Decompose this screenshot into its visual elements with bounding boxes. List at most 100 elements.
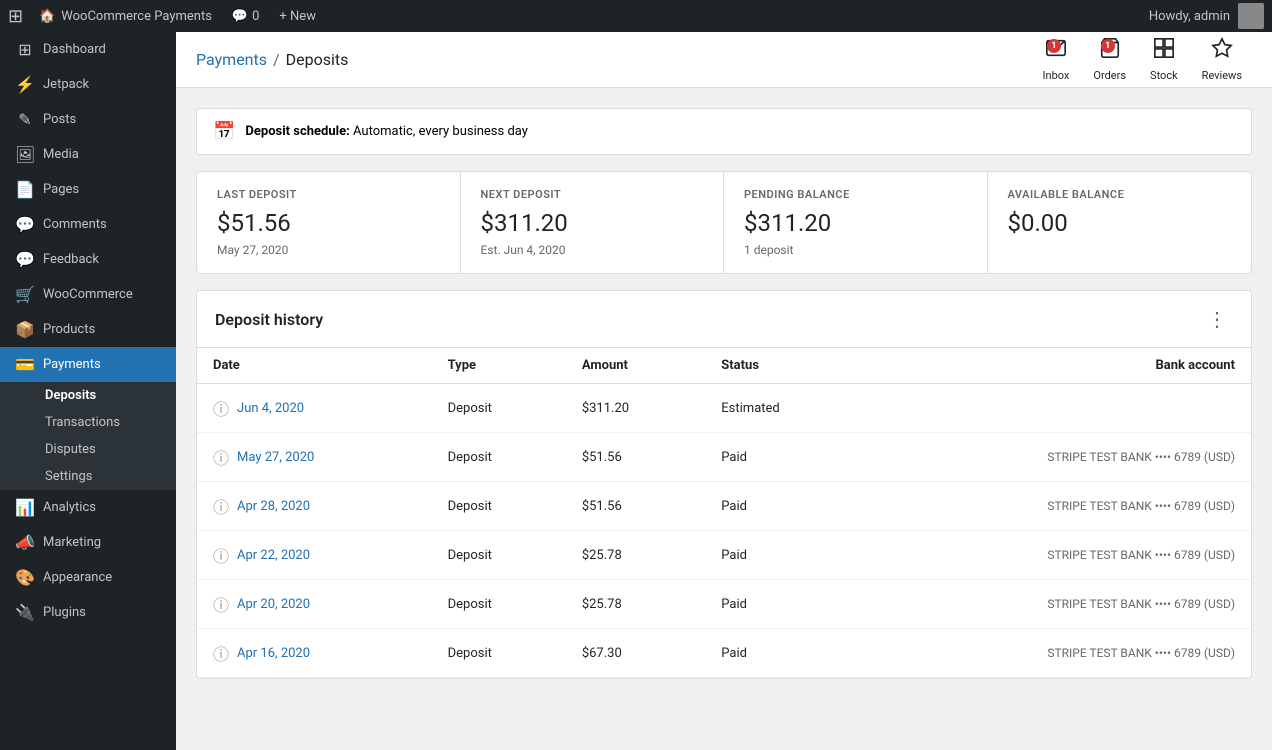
cell-amount: $51.56	[566, 433, 705, 482]
sidebar-item-comments[interactable]: 💬 Comments	[0, 207, 176, 242]
cell-amount: $25.78	[566, 580, 705, 629]
admin-bar-new[interactable]: + New	[269, 9, 326, 24]
sidebar: ⊞ Dashboard ⚡ Jetpack ✎ Posts 🖼 Media 📄 …	[0, 32, 176, 750]
cell-date: ⓘ May 27, 2020	[197, 433, 432, 482]
sidebar-submenu-settings[interactable]: Settings	[0, 463, 176, 490]
payments-submenu: Deposits Transactions Disputes Settings	[0, 382, 176, 490]
stat-next-deposit: NEXT DEPOSIT $311.20 Est. Jun 4, 2020	[461, 172, 725, 273]
cell-bank: STRIPE TEST BANK •••• 6789 (USD)	[864, 482, 1251, 531]
sidebar-label-marketing: Marketing	[43, 535, 101, 550]
products-icon: 📦	[15, 320, 35, 339]
sidebar-submenu-deposits[interactable]: Deposits	[0, 382, 176, 409]
cell-type: Deposit	[432, 580, 566, 629]
stat-last-deposit: LAST DEPOSIT $51.56 May 27, 2020	[197, 172, 461, 273]
stat-pending-balance-value: $311.20	[744, 209, 967, 237]
info-icon[interactable]: ⓘ	[213, 592, 229, 616]
payments-icon: 💳	[15, 355, 35, 374]
sidebar-item-feedback[interactable]: 💬 Feedback	[0, 242, 176, 277]
comments-count: 0	[252, 9, 259, 24]
woocommerce-icon: 🛒	[15, 285, 35, 304]
stat-next-deposit-label: NEXT DEPOSIT	[481, 188, 704, 201]
sidebar-item-jetpack[interactable]: ⚡ Jetpack	[0, 67, 176, 102]
breadcrumb-payments-link[interactable]: Payments	[196, 50, 267, 69]
cell-type: Deposit	[432, 531, 566, 580]
cell-bank: STRIPE TEST BANK •••• 6789 (USD)	[864, 580, 1251, 629]
sidebar-item-pages[interactable]: 📄 Pages	[0, 172, 176, 207]
stock-label: Stock	[1150, 69, 1178, 82]
comments-icon: 💬	[15, 215, 35, 234]
date-link[interactable]: Apr 28, 2020	[237, 499, 310, 514]
date-link[interactable]: Jun 4, 2020	[237, 401, 304, 416]
stat-pending-balance-sub: 1 deposit	[744, 243, 967, 257]
admin-bar-comments[interactable]: 💬 0	[222, 9, 270, 24]
info-icon[interactable]: ⓘ	[213, 641, 229, 665]
sidebar-label-comments: Comments	[43, 217, 107, 232]
inbox-button[interactable]: 1 Inbox	[1033, 32, 1080, 88]
site-name: WooCommerce Payments	[61, 9, 212, 24]
date-link[interactable]: May 27, 2020	[237, 450, 314, 465]
date-link[interactable]: Apr 20, 2020	[237, 597, 310, 612]
main-layout: ⊞ Dashboard ⚡ Jetpack ✎ Posts 🖼 Media 📄 …	[0, 32, 1272, 750]
sidebar-label-woocommerce: WooCommerce	[43, 287, 133, 302]
sidebar-item-dashboard[interactable]: ⊞ Dashboard	[0, 32, 176, 67]
new-label: + New	[279, 9, 316, 24]
info-icon[interactable]: ⓘ	[213, 445, 229, 469]
info-icon[interactable]: ⓘ	[213, 543, 229, 567]
cell-date: ⓘ Apr 16, 2020	[197, 629, 432, 678]
deposit-history: Deposit history ⋮ Date Type Amount Statu…	[196, 290, 1252, 679]
sidebar-submenu-disputes[interactable]: Disputes	[0, 436, 176, 463]
cell-bank	[864, 384, 1251, 433]
orders-button[interactable]: 1 Orders	[1083, 32, 1136, 88]
date-link[interactable]: Apr 16, 2020	[237, 646, 310, 661]
sidebar-item-payments[interactable]: 💳 Payments	[0, 347, 176, 382]
cell-bank: STRIPE TEST BANK •••• 6789 (USD)	[864, 433, 1251, 482]
reviews-button[interactable]: Reviews	[1192, 32, 1252, 88]
orders-badge: 1	[1101, 39, 1115, 53]
more-options-button[interactable]: ⋮	[1201, 305, 1233, 333]
stat-available-balance-value: $0.00	[1008, 209, 1232, 237]
cell-date: ⓘ Apr 22, 2020	[197, 531, 432, 580]
admin-bar-site[interactable]: 🏠 WooCommerce Payments	[29, 9, 222, 24]
site-icon: 🏠	[39, 9, 55, 24]
marketing-icon: 📣	[15, 533, 35, 552]
sidebar-item-marketing[interactable]: 📣 Marketing	[0, 525, 176, 560]
table-row: ⓘ Apr 20, 2020 Deposit $25.78 Paid STRIP…	[197, 580, 1251, 629]
feedback-icon: 💬	[15, 250, 35, 269]
cell-status: Paid	[705, 433, 864, 482]
sidebar-item-analytics[interactable]: 📊 Analytics	[0, 490, 176, 525]
admin-bar: ⊞ 🏠 WooCommerce Payments 💬 0 + New Howdy…	[0, 0, 1272, 32]
sidebar-item-posts[interactable]: ✎ Posts	[0, 102, 176, 137]
date-link[interactable]: Apr 22, 2020	[237, 548, 310, 563]
sidebar-label-products: Products	[43, 322, 95, 337]
avatar	[1238, 3, 1264, 29]
stat-next-deposit-value: $311.20	[481, 209, 704, 237]
appearance-icon: 🎨	[15, 568, 35, 587]
sidebar-item-plugins[interactable]: 🔌 Plugins	[0, 595, 176, 630]
deposit-history-header: Deposit history ⋮	[197, 291, 1251, 348]
sidebar-label-media: Media	[43, 147, 79, 162]
pages-icon: 📄	[15, 180, 35, 199]
breadcrumb-current: Deposits	[286, 50, 349, 69]
content-area: Payments / Deposits 1 Inbox 1	[176, 32, 1272, 750]
inbox-badge: 1	[1047, 39, 1061, 53]
table-row: ⓘ Apr 16, 2020 Deposit $67.30 Paid STRIP…	[197, 629, 1251, 678]
sidebar-item-products[interactable]: 📦 Products	[0, 312, 176, 347]
deposit-history-title: Deposit history	[215, 310, 323, 329]
cell-amount: $51.56	[566, 482, 705, 531]
stat-last-deposit-value: $51.56	[217, 209, 440, 237]
info-icon[interactable]: ⓘ	[213, 396, 229, 420]
sidebar-item-media[interactable]: 🖼 Media	[0, 137, 176, 172]
reviews-label: Reviews	[1202, 69, 1242, 82]
breadcrumb-separator: /	[273, 50, 280, 69]
sidebar-item-appearance[interactable]: 🎨 Appearance	[0, 560, 176, 595]
table-body: ⓘ Jun 4, 2020 Deposit $311.20 Estimated …	[197, 384, 1251, 678]
sidebar-submenu-transactions[interactable]: Transactions	[0, 409, 176, 436]
cell-type: Deposit	[432, 629, 566, 678]
stat-available-balance: AVAILABLE BALANCE $0.00	[988, 172, 1252, 273]
sidebar-label-analytics: Analytics	[43, 500, 96, 515]
sidebar-item-woocommerce[interactable]: 🛒 WooCommerce	[0, 277, 176, 312]
stat-last-deposit-sub: May 27, 2020	[217, 243, 440, 257]
stat-pending-balance: PENDING BALANCE $311.20 1 deposit	[724, 172, 988, 273]
info-icon[interactable]: ⓘ	[213, 494, 229, 518]
stock-button[interactable]: Stock	[1140, 32, 1188, 88]
